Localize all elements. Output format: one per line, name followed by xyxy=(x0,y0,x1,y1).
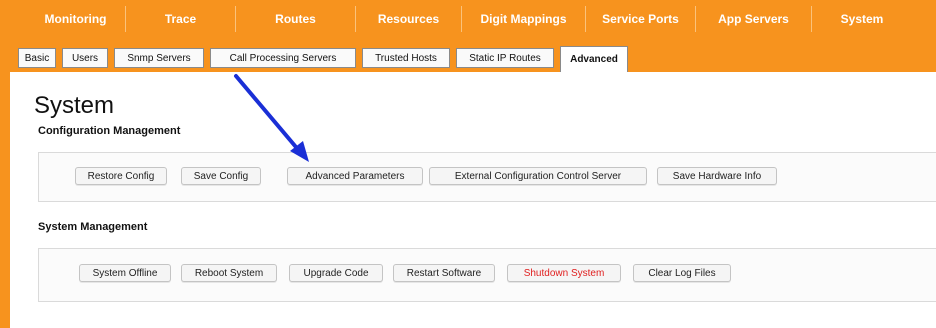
upgrade-code-button[interactable]: Upgrade Code xyxy=(289,264,383,282)
clear-log-files-button[interactable]: Clear Log Files xyxy=(633,264,731,282)
subtab-snmp-servers[interactable]: Snmp Servers xyxy=(114,48,204,68)
system-management-heading: System Management xyxy=(38,221,148,233)
save-config-button[interactable]: Save Config xyxy=(181,167,261,185)
system-offline-button[interactable]: System Offline xyxy=(79,264,171,282)
subtab-users[interactable]: Users xyxy=(62,48,108,68)
advanced-parameters-button[interactable]: Advanced Parameters xyxy=(287,167,423,185)
tab-routes[interactable]: Routes xyxy=(236,6,356,32)
tab-resources[interactable]: Resources xyxy=(356,6,462,32)
system-management-panel: System Offline Reboot System Upgrade Cod… xyxy=(38,248,936,302)
configuration-management-panel: Restore Config Save Config Advanced Para… xyxy=(38,152,936,202)
top-navigation: Monitoring Trace Routes Resources Digit … xyxy=(10,0,936,36)
subtab-basic[interactable]: Basic xyxy=(18,48,56,68)
tab-service-ports[interactable]: Service Ports xyxy=(586,6,696,32)
tab-trace[interactable]: Trace xyxy=(126,6,236,32)
main-content: System Configuration Management Restore … xyxy=(20,82,936,328)
subtab-trusted-hosts[interactable]: Trusted Hosts xyxy=(362,48,450,68)
tab-system[interactable]: System xyxy=(812,6,912,32)
external-configuration-control-server-button[interactable]: External Configuration Control Server xyxy=(429,167,647,185)
configuration-management-heading: Configuration Management xyxy=(38,125,181,137)
tab-digit-mappings[interactable]: Digit Mappings xyxy=(462,6,586,32)
reboot-system-button[interactable]: Reboot System xyxy=(181,264,277,282)
save-hardware-info-button[interactable]: Save Hardware Info xyxy=(657,167,777,185)
tab-app-servers[interactable]: App Servers xyxy=(696,6,812,32)
restore-config-button[interactable]: Restore Config xyxy=(75,167,167,185)
shutdown-system-button[interactable]: Shutdown System xyxy=(507,264,621,282)
sub-navigation: Basic Users Snmp Servers Call Processing… xyxy=(10,36,936,72)
left-border-strip xyxy=(0,0,10,328)
page-title: System xyxy=(34,92,115,119)
subtab-advanced[interactable]: Advanced xyxy=(560,46,628,72)
tab-monitoring[interactable]: Monitoring xyxy=(26,6,126,32)
restart-software-button[interactable]: Restart Software xyxy=(393,264,495,282)
subtab-call-processing-servers[interactable]: Call Processing Servers xyxy=(210,48,356,68)
subtab-static-ip-routes[interactable]: Static IP Routes xyxy=(456,48,554,68)
